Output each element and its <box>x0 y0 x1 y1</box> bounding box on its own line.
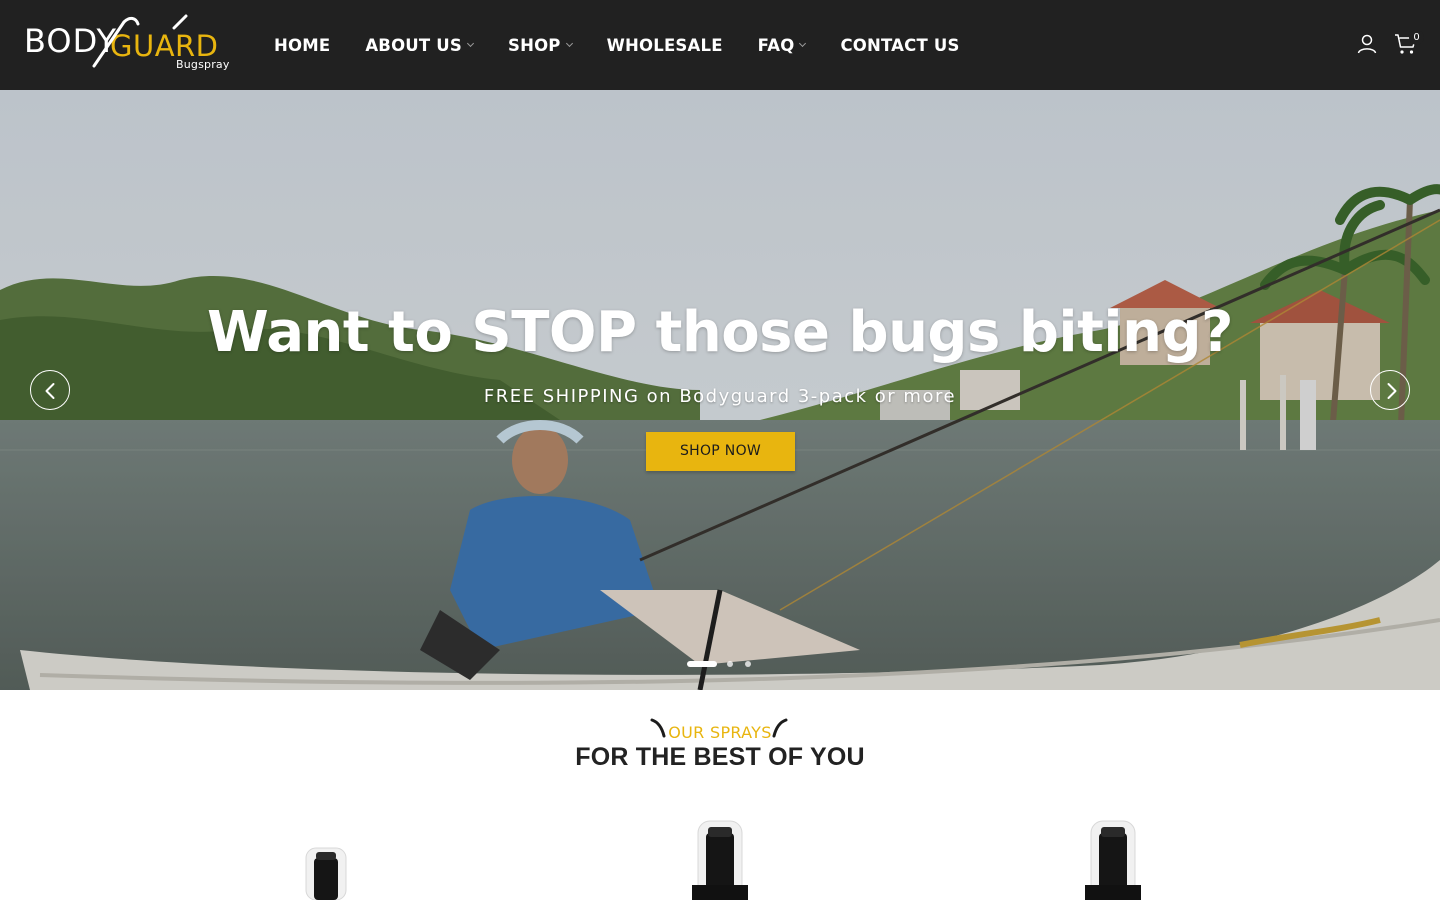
chevron-right-icon <box>1387 383 1397 399</box>
nav-item-label: HOME <box>274 35 331 55</box>
chevron-down-icon <box>565 39 573 48</box>
cart-count-badge: 0 <box>1409 30 1424 45</box>
leaf-right-icon <box>772 718 788 738</box>
section-title: FOR THE BEST OF YOU <box>575 743 865 771</box>
slider-next-button[interactable] <box>1370 370 1410 410</box>
product-image-spray-2[interactable] <box>680 815 760 900</box>
nav-item-label: WHOLESALE <box>606 35 723 55</box>
chevron-down-icon <box>466 39 475 48</box>
logo-subtext: Bugspray <box>176 58 230 71</box>
nav-item-shop[interactable]: SHOP <box>507 35 573 55</box>
nav-item-wholesale[interactable]: WHOLESALE <box>607 36 723 55</box>
slider-dot-3[interactable] <box>745 661 751 667</box>
hero-title: Want to STOP those bugs biting? <box>206 300 1234 365</box>
nav-item-home[interactable]: HOME <box>274 36 330 55</box>
chevron-down-icon <box>799 39 807 48</box>
slider-dot-2[interactable] <box>727 661 733 667</box>
slider-dot-1[interactable] <box>687 661 717 667</box>
brand-logo[interactable]: BODY GUARD Bugspray <box>24 14 229 74</box>
shop-now-button[interactable]: SHOP NOW <box>646 432 795 471</box>
hero-subtitle: FREE SHIPPING on Bodyguard 3-pack or mor… <box>483 386 957 407</box>
nav-item-contact-us[interactable]: CONTACT US <box>840 36 959 55</box>
section-eyebrow: OUR SPRAYS <box>668 723 772 742</box>
nav-item-label: ABOUT US <box>365 35 462 55</box>
nav-item-about-us[interactable]: ABOUT US <box>365 35 475 55</box>
product-image-spray-3[interactable] <box>1073 815 1153 900</box>
product-image-spray-1[interactable] <box>286 840 366 900</box>
nav-item-label: CONTACT US <box>840 35 960 55</box>
slider-pagination <box>687 661 763 667</box>
nav-item-label: FAQ <box>757 35 795 55</box>
main-nav: HOME ABOUT US SHOP WHOLESALE FAQ CONTACT… <box>274 0 995 90</box>
slider-prev-button[interactable] <box>30 370 70 410</box>
nav-item-label: SHOP <box>507 35 561 55</box>
hero-slider: Want to STOP those bugs biting? FREE SHI… <box>0 90 1440 690</box>
user-icon[interactable] <box>1355 32 1379 56</box>
site-header: BODY GUARD Bugspray HOME ABOUT US SHOP W… <box>0 0 1440 90</box>
nav-item-faq[interactable]: FAQ <box>757 35 807 55</box>
chevron-left-icon <box>45 383 55 399</box>
